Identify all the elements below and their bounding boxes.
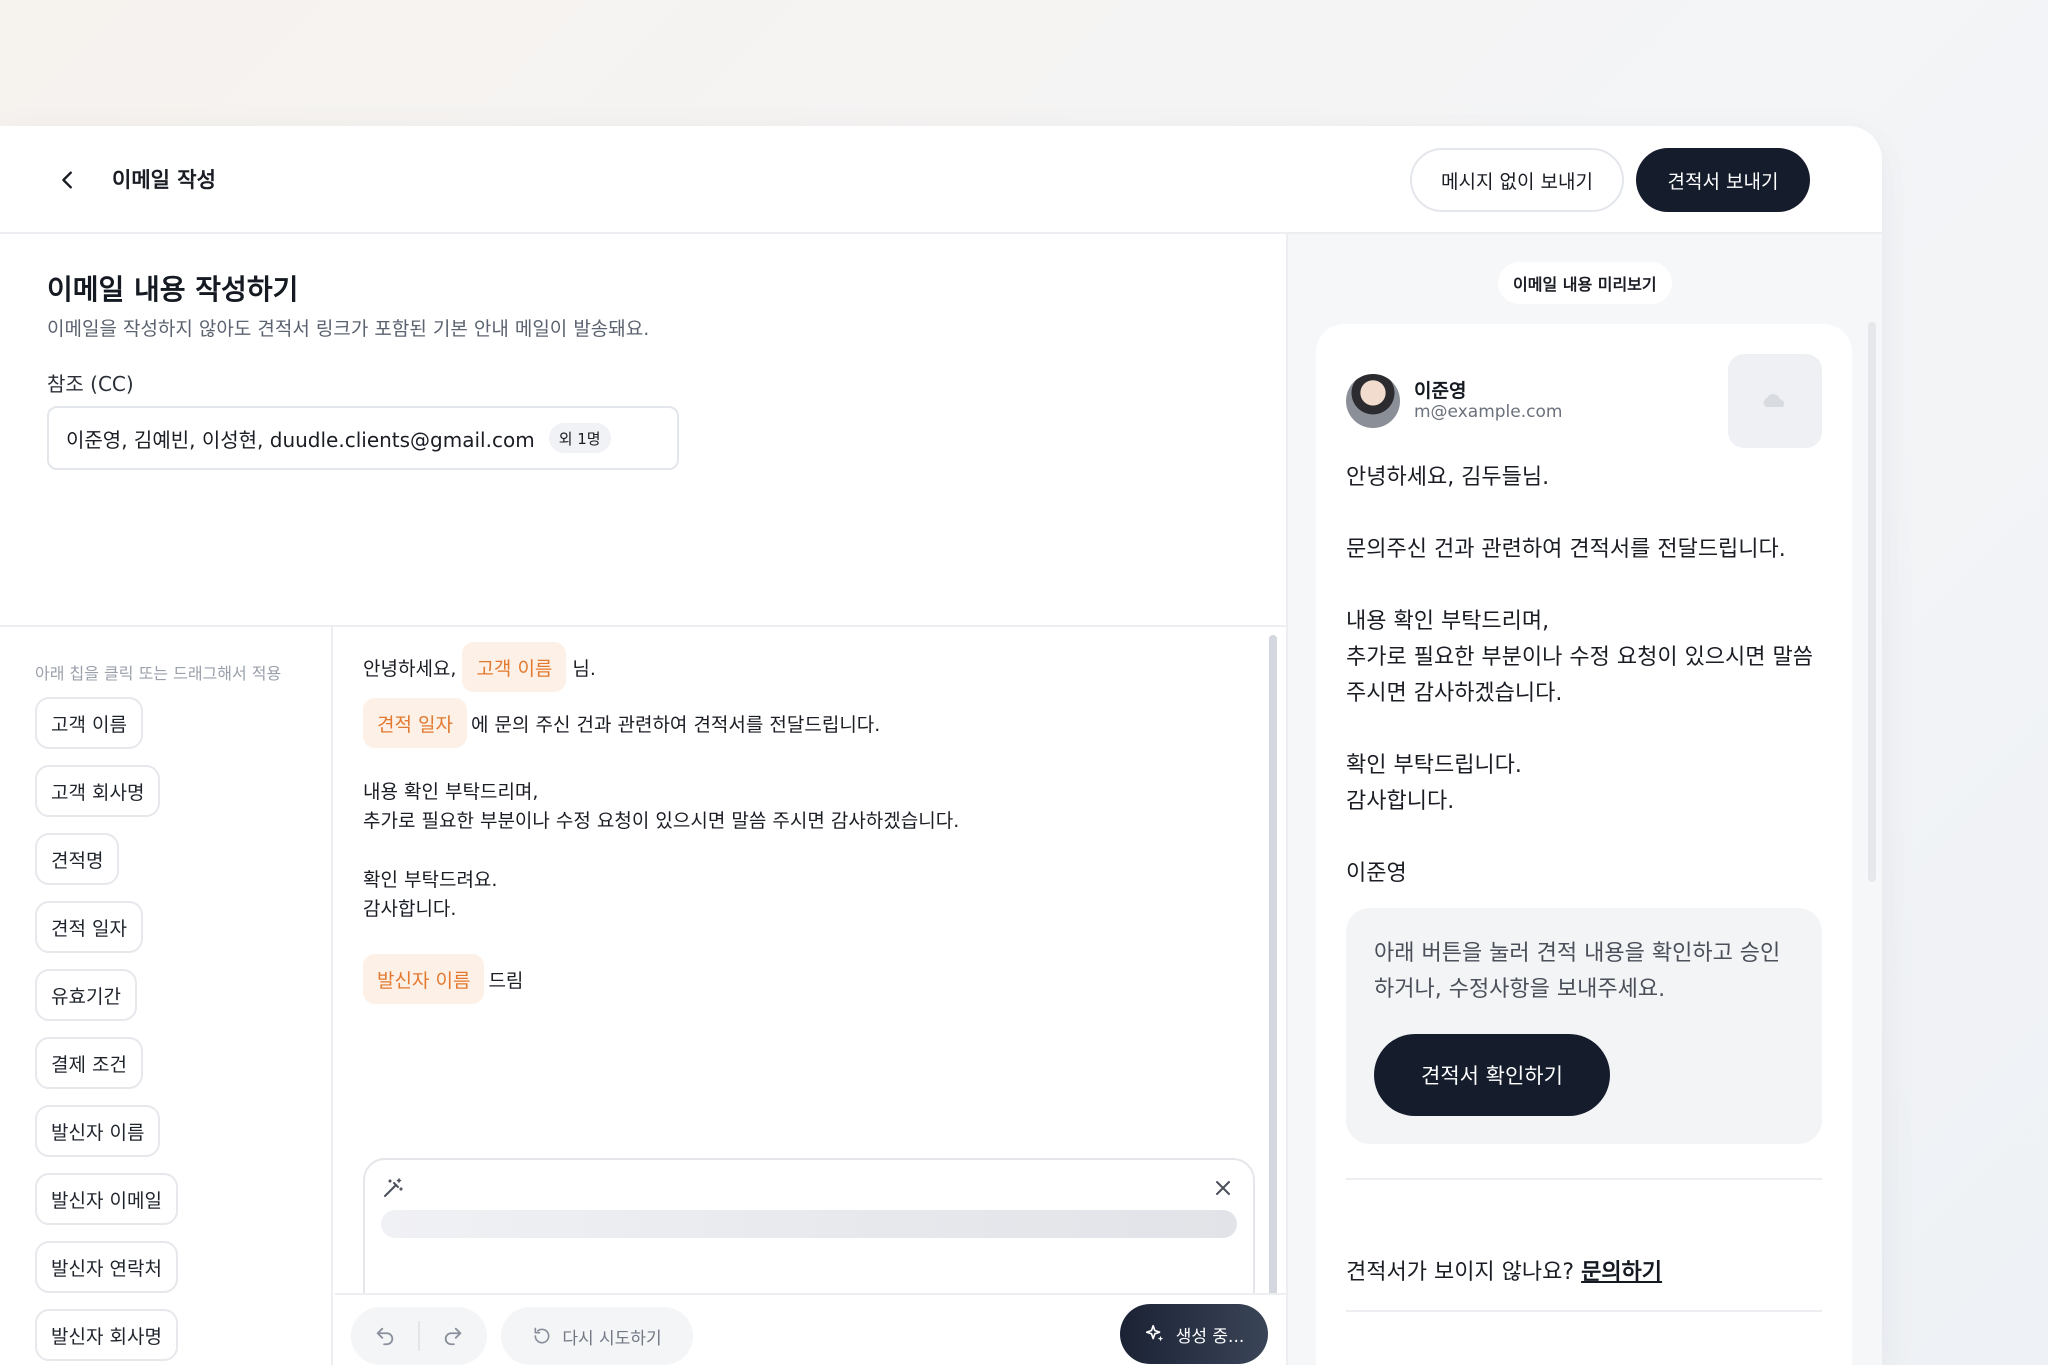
retry-label: 다시 시도하기 (562, 1328, 662, 1349)
email-editor[interactable]: 안녕하세요, 고객 이름 님. 견적 일자 에 문의 주신 건과 관련하여 견적… (335, 627, 1286, 1365)
sparkle-icon (1145, 1324, 1163, 1342)
preview-paragraph-2c: 주시면 감사하겠습니다. (1346, 681, 1563, 706)
compose-description: 이메일을 작성하지 않아도 견적서 링크가 포함된 기본 안내 메일이 발송돼요… (47, 318, 650, 340)
chip-payment-terms[interactable]: 결제 조건 (35, 1037, 143, 1089)
refresh-icon (534, 1327, 550, 1344)
editor-line-6: 감사합니다. (363, 898, 457, 920)
company-logo-placeholder (1728, 354, 1822, 448)
preview-paragraph-3b: 감사합니다. (1346, 789, 1455, 814)
editor-line-5: 확인 부탁드려요. (363, 869, 498, 891)
cc-more-badge[interactable]: 외 1명 (548, 423, 611, 453)
chip-sender-company[interactable]: 발신자 회사명 (35, 1309, 178, 1361)
header: 이메일 작성 메시지 없이 보내기 견적서 보내기 (0, 126, 1882, 234)
back-button[interactable] (48, 160, 88, 200)
redo-button[interactable] (420, 1307, 487, 1365)
compose-panel: 이메일 내용 작성하기 이메일을 작성하지 않아도 견적서 링크가 포함된 기본… (0, 234, 1286, 1365)
preview-paragraph-2a: 내용 확인 부탁드리며, (1346, 609, 1550, 634)
variable-chip-panel: 아래 칩을 클릭 또는 드래그해서 적용 고객 이름 고객 회사명 견적명 견적… (0, 627, 333, 1365)
signature-suffix: 드림 (488, 969, 524, 992)
chevron-left-icon (62, 171, 72, 189)
redo-icon (445, 1327, 462, 1346)
preview-paragraph-2b: 추가로 필요한 부분이나 수정 요청이 있으시면 말씀 (1346, 645, 1814, 670)
chip-customer-company[interactable]: 고객 회사명 (35, 765, 161, 817)
preview-scrollbar[interactable] (1868, 322, 1876, 882)
preview-label: 이메일 내용 미리보기 (1498, 262, 1672, 304)
send-without-message-button[interactable]: 메시지 없이 보내기 (1410, 148, 1624, 212)
cc-value: 이준영, 김예빈, 이성현, duudle.clients@gmail.com (66, 427, 535, 452)
sender-name: 이준영 (1414, 380, 1467, 402)
editor-line-3: 내용 확인 부탁드리며, (363, 781, 539, 803)
send-quote-button[interactable]: 견적서 보내기 (1636, 148, 1810, 212)
cloud-icon (1763, 394, 1785, 407)
retry-button[interactable]: 다시 시도하기 (501, 1307, 693, 1365)
app-window: 이메일 작성 메시지 없이 보내기 견적서 보내기 이메일 내용 작성하기 이메… (0, 126, 1882, 1365)
loading-skeleton-line (381, 1210, 1237, 1238)
intro-text: 에 문의 주신 건과 관련하여 견적서를 전달드립니다. (470, 713, 881, 736)
avatar (1346, 374, 1400, 428)
token-sender-name[interactable]: 발신자 이름 (363, 954, 485, 1004)
sender-email: m@example.com (1414, 402, 1563, 422)
honorific-text: 님. (572, 657, 596, 680)
magic-wand-icon (384, 1178, 403, 1197)
chip-customer-name[interactable]: 고객 이름 (35, 697, 143, 749)
preview-paragraph-1: 문의주신 건과 관련하여 견적서를 전달드립니다. (1346, 537, 1786, 562)
chip-quote-date[interactable]: 견적 일자 (35, 901, 143, 953)
editor-line-signature: 발신자 이름 드림 (363, 954, 523, 1004)
preview-signature: 이준영 (1346, 861, 1407, 886)
divider (1346, 1310, 1822, 1312)
cta-line-2: 하거나, 수정사항을 보내주세요. (1374, 977, 1666, 1002)
preview-greeting: 안녕하세요, 김두들님. (1346, 465, 1550, 490)
generating-button[interactable]: 생성 중... (1120, 1304, 1268, 1364)
email-preview-card: 이준영 m@example.com 안녕하세요, 김두들님. 문의주신 건과 관… (1316, 324, 1852, 1365)
divider (1346, 1178, 1822, 1180)
token-customer-name[interactable]: 고객 이름 (462, 642, 567, 692)
undo-button[interactable] (351, 1307, 418, 1365)
editor-toolbar: 다시 시도하기 생성 중... (335, 1293, 1286, 1365)
close-icon[interactable] (1211, 1176, 1235, 1200)
help-line: 견적서가 보이지 않나요? 문의하기 (1346, 1254, 1662, 1286)
cta-line-1: 아래 버튼을 눌러 견적 내용을 확인하고 승인 (1374, 941, 1781, 966)
token-quote-date[interactable]: 견적 일자 (363, 698, 467, 748)
undo-icon (376, 1327, 393, 1346)
editor-line-4: 추가로 필요한 부분이나 수정 요청이 있으시면 말씀 주시면 감사하겠습니다. (363, 810, 960, 832)
greeting-text: 안녕하세요, (363, 657, 457, 680)
chips-hint: 아래 칩을 클릭 또는 드래그해서 적용 (35, 664, 282, 683)
cta-text: 아래 버튼을 눌러 견적 내용을 확인하고 승인 하거나, 수정사항을 보내주세… (1374, 936, 1780, 1008)
cc-label: 참조 (CC) (47, 372, 134, 396)
chip-validity[interactable]: 유효기간 (35, 969, 137, 1021)
preview-paragraph-3a: 확인 부탁드립니다. (1346, 753, 1522, 778)
chip-sender-phone[interactable]: 발신자 연락처 (35, 1241, 178, 1293)
generating-label: 생성 중... (1175, 1326, 1245, 1347)
page-title: 이메일 작성 (112, 168, 216, 192)
editor-scroll-thumb[interactable] (1269, 635, 1277, 1325)
help-text: 견적서가 보이지 않나요? (1346, 1260, 1575, 1285)
undo-redo-group (351, 1307, 487, 1365)
contact-link[interactable]: 문의하기 (1581, 1260, 1662, 1285)
quote-cta-box: 아래 버튼을 눌러 견적 내용을 확인하고 승인 하거나, 수정사항을 보내주세… (1346, 908, 1822, 1144)
chip-sender-email[interactable]: 발신자 이메일 (35, 1173, 178, 1225)
editor-scrollbar[interactable] (1269, 635, 1277, 1331)
editor-line-greeting: 안녕하세요, 고객 이름 님. (363, 642, 596, 692)
chip-sender-name[interactable]: 발신자 이름 (35, 1105, 161, 1157)
view-quote-button[interactable]: 견적서 확인하기 (1374, 1034, 1610, 1116)
cc-field[interactable]: 이준영, 김예빈, 이성현, duudle.clients@gmail.com … (47, 406, 679, 470)
compose-title: 이메일 내용 작성하기 (47, 273, 299, 306)
editor-line-intro: 견적 일자 에 문의 주신 건과 관련하여 견적서를 전달드립니다. (363, 698, 880, 748)
preview-panel: 이메일 내용 미리보기 이준영 m@example.com 안녕하세요, 김두들… (1286, 234, 1882, 1365)
chip-quote-name[interactable]: 견적명 (35, 833, 120, 885)
